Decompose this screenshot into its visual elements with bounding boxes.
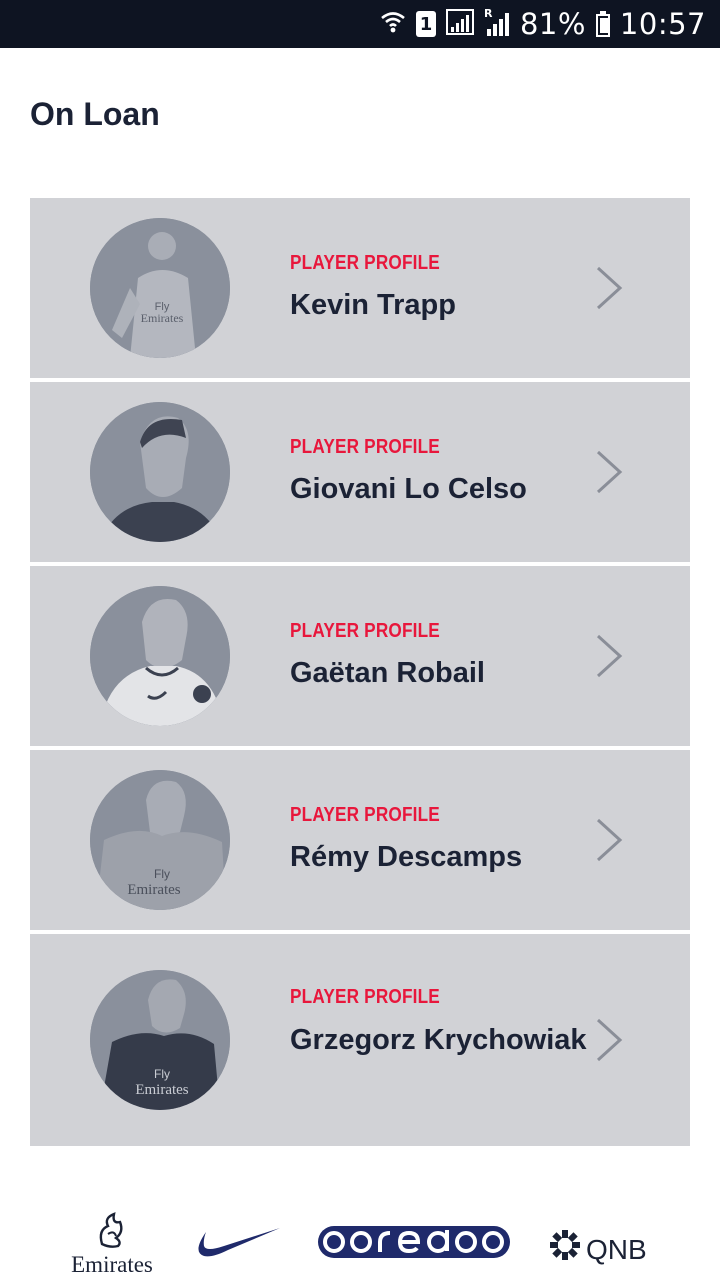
player-kicker: PLAYER PROFILE <box>290 436 440 458</box>
svg-text:Emirates: Emirates <box>141 311 184 325</box>
status-bar: 1 R 81% 10:57 <box>0 0 720 48</box>
chevron-right-icon <box>596 1018 623 1062</box>
clock: 10:57 <box>619 7 706 41</box>
ooredoo-logo[interactable] <box>318 1226 510 1258</box>
battery-percent: 81% <box>519 7 586 41</box>
battery-icon <box>595 11 610 37</box>
emirates-logo[interactable]: Emirates <box>62 1208 162 1278</box>
player-kicker: PLAYER PROFILE <box>290 986 440 1008</box>
sponsor-bar: Emirates QNB <box>0 1190 720 1280</box>
player-photo-avatar: Fly Emirates <box>90 218 230 358</box>
qnb-logo[interactable]: QNB <box>548 1226 658 1265</box>
nike-swoosh-logo[interactable] <box>192 1224 282 1260</box>
player-name: Gaëtan Robail <box>290 657 485 689</box>
app-root: { "status_bar": { "sim_slot": "1", "roam… <box>0 0 720 1280</box>
wifi-icon <box>380 9 406 39</box>
chevron-right-icon <box>596 450 623 494</box>
player-name: Kevin Trapp <box>290 289 456 321</box>
svg-text:Fly: Fly <box>154 1067 170 1081</box>
sim-badge-icon: 1 <box>415 11 436 37</box>
player-photo-avatar: Fly Emirates <box>90 770 230 910</box>
player-list: Fly Emirates PLAYER PROFILE Kevin Trapp … <box>30 198 690 1150</box>
svg-text:Fly: Fly <box>154 867 170 881</box>
player-photo-avatar <box>90 402 230 542</box>
signal-icon <box>445 9 474 39</box>
roaming-indicator: R <box>483 7 493 20</box>
player-name: Rémy Descamps <box>290 841 523 873</box>
chevron-right-icon <box>596 818 623 862</box>
player-photo-avatar: Fly Emirates <box>90 970 230 1110</box>
player-photo-avatar <box>90 586 230 726</box>
chevron-right-icon <box>596 266 623 310</box>
chevron-right-icon <box>596 634 623 678</box>
player-name: Grzegorz Krychowiak <box>290 1024 587 1056</box>
svg-text:Emirates: Emirates <box>127 882 180 898</box>
player-row-remy-descamps[interactable]: Fly Emirates PLAYER PROFILE Rémy Descamp… <box>30 750 690 930</box>
player-kicker: PLAYER PROFILE <box>290 804 440 826</box>
player-row-grzegorz-krychowiak[interactable]: Fly Emirates PLAYER PROFILE Grzegorz Kry… <box>30 934 690 1146</box>
player-row-giovani-lo-celso[interactable]: PLAYER PROFILE Giovani Lo Celso <box>30 382 690 562</box>
player-row-gaetan-robail[interactable]: PLAYER PROFILE Gaëtan Robail <box>30 566 690 746</box>
player-name: Giovani Lo Celso <box>290 473 527 505</box>
qnb-wordmark: QNB <box>586 1234 647 1265</box>
page-title: On Loan <box>30 96 160 132</box>
player-kicker: PLAYER PROFILE <box>290 252 440 274</box>
player-row-kevin-trapp[interactable]: Fly Emirates PLAYER PROFILE Kevin Trapp <box>30 198 690 378</box>
roaming-signal-icon: R <box>484 7 510 37</box>
svg-text:Emirates: Emirates <box>135 1082 188 1098</box>
emirates-wordmark: Emirates <box>71 1252 153 1277</box>
player-kicker: PLAYER PROFILE <box>290 620 440 642</box>
